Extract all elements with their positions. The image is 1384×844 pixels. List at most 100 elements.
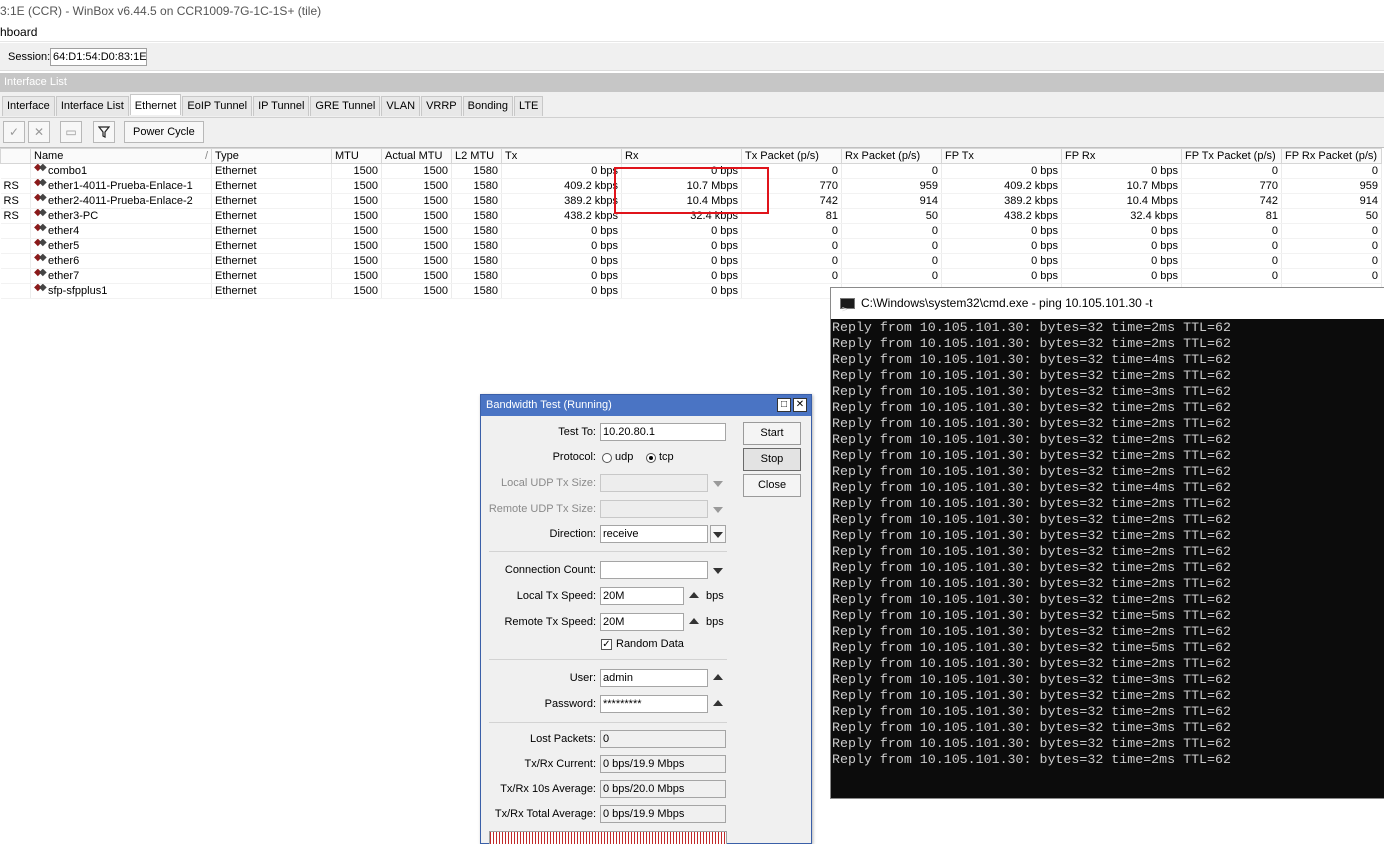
protocol-udp-radio[interactable] bbox=[602, 453, 612, 463]
comment-icon[interactable]: ▭ bbox=[60, 121, 82, 143]
tab-interface-list[interactable]: Interface List bbox=[55, 96, 129, 116]
protocol-tcp-radio[interactable] bbox=[646, 453, 656, 463]
tab-interface[interactable]: Interface bbox=[2, 96, 55, 116]
session-field[interactable]: 64:D1:54:D0:83:1E bbox=[50, 48, 147, 66]
cmd-output[interactable]: Reply from 10.105.101.30: bytes=32 time=… bbox=[832, 320, 1384, 768]
row-fp-tx-pps: 81 bbox=[1181, 208, 1282, 224]
chevron-down-icon[interactable] bbox=[713, 481, 723, 487]
row-fp-tx: 409.2 kbps bbox=[941, 178, 1062, 194]
row-name: ether5 bbox=[30, 238, 212, 254]
x-icon[interactable]: ✕ bbox=[28, 121, 50, 143]
cmd-window: C:\Windows\system32\cmd.exe - ping 10.10… bbox=[830, 287, 1384, 799]
table-row[interactable]: combo1Ethernet1500150015800 bps0 bps000 … bbox=[0, 163, 1382, 179]
remote-udp-tx-size-input[interactable] bbox=[600, 500, 708, 518]
row-actual-mtu: 1500 bbox=[381, 163, 452, 179]
direction-select[interactable]: receive bbox=[600, 525, 708, 543]
col-tx[interactable]: Tx bbox=[501, 148, 622, 164]
cmd-line: Reply from 10.105.101.30: bytes=32 time=… bbox=[832, 512, 1231, 527]
filter-icon[interactable] bbox=[93, 121, 115, 143]
chevron-up-icon[interactable] bbox=[713, 674, 723, 680]
col-name[interactable]: Name / bbox=[30, 148, 212, 164]
row-fp-tx-pps: 0 bbox=[1181, 163, 1282, 179]
remote-tx-speed-unit: bps bbox=[706, 616, 724, 628]
remote-udp-tx-size-label: Remote UDP Tx Size: bbox=[488, 503, 596, 515]
row-rx: 0 bps bbox=[621, 238, 742, 254]
table-row[interactable]: ether7Ethernet1500150015800 bps0 bps000 … bbox=[0, 268, 1382, 284]
protocol-tcp-label: tcp bbox=[659, 451, 674, 463]
chevron-down-icon[interactable] bbox=[713, 568, 723, 574]
bandwidth-test-titlebar[interactable]: Bandwidth Test (Running) □ ✕ bbox=[481, 395, 811, 416]
row-fp-tx: 0 bps bbox=[941, 253, 1062, 269]
tab-ethernet[interactable]: Ethernet bbox=[129, 94, 182, 115]
tab-gre-tunnel[interactable]: GRE Tunnel bbox=[310, 96, 381, 116]
chevron-up-icon[interactable] bbox=[713, 700, 723, 706]
chevron-down-icon[interactable] bbox=[713, 507, 723, 513]
row-fp-tx-pps: 0 bbox=[1181, 238, 1282, 254]
password-input[interactable]: ********* bbox=[600, 695, 708, 713]
row-actual-mtu: 1500 bbox=[381, 238, 452, 254]
user-input[interactable]: admin bbox=[600, 669, 708, 687]
bandwidth-test-body: Test To: 10.20.80.1 Protocol: udp tcp Lo… bbox=[481, 416, 811, 844]
col-tx-packet[interactable]: Tx Packet (p/s) bbox=[741, 148, 842, 164]
random-data-checkbox[interactable]: ✓ bbox=[601, 639, 612, 650]
remote-tx-speed-input[interactable]: 20M bbox=[600, 613, 684, 631]
table-row[interactable]: ether5Ethernet1500150015800 bps0 bps000 … bbox=[0, 238, 1382, 254]
connection-count-input[interactable] bbox=[600, 561, 708, 579]
col-rx-packet[interactable]: Rx Packet (p/s) bbox=[841, 148, 942, 164]
start-button[interactable]: Start bbox=[743, 422, 801, 445]
row-type: Ethernet bbox=[211, 253, 332, 269]
col-rx[interactable]: Rx bbox=[621, 148, 742, 164]
chevron-up-icon[interactable] bbox=[689, 592, 699, 598]
row-fp-tx-pps: 0 bbox=[1181, 253, 1282, 269]
col-actual-mtu[interactable]: Actual MTU bbox=[381, 148, 452, 164]
row-rx-pps: 959 bbox=[841, 178, 942, 194]
lost-packets-label: Lost Packets: bbox=[529, 733, 596, 745]
col-fp-tx-packet[interactable]: FP Tx Packet (p/s) bbox=[1181, 148, 1282, 164]
stop-button[interactable]: Stop bbox=[743, 448, 801, 471]
table-row[interactable]: RSether3-PCEthernet150015001580438.2 kbp… bbox=[0, 208, 1382, 224]
local-tx-speed-input[interactable]: 20M bbox=[600, 587, 684, 605]
row-rx: 10.4 Mbps bbox=[621, 193, 742, 209]
chevron-up-icon[interactable] bbox=[689, 618, 699, 624]
tab-bonding[interactable]: Bonding bbox=[462, 96, 514, 116]
chevron-down-icon bbox=[713, 532, 723, 538]
row-name: combo1 bbox=[30, 163, 212, 179]
local-udp-tx-size-input[interactable] bbox=[600, 474, 708, 492]
row-tx-pps bbox=[741, 283, 842, 299]
test-to-input[interactable]: 10.20.80.1 bbox=[600, 423, 726, 441]
row-fp-tx: 389.2 kbps bbox=[941, 193, 1062, 209]
tab-ip-tunnel[interactable]: IP Tunnel bbox=[253, 96, 310, 116]
tab-vrrp[interactable]: VRRP bbox=[421, 96, 462, 116]
tab-vlan[interactable]: VLAN bbox=[381, 96, 421, 116]
row-flag bbox=[0, 268, 31, 284]
row-fp-rx-pps: 0 bbox=[1281, 268, 1382, 284]
menu-item-dashboard[interactable]: hboard bbox=[0, 25, 37, 39]
row-mtu: 1500 bbox=[331, 253, 382, 269]
table-row[interactable]: RSether2-4011-Prueba-Enlace-2Ethernet150… bbox=[0, 193, 1382, 209]
cmd-titlebar[interactable]: C:\Windows\system32\cmd.exe - ping 10.10… bbox=[831, 288, 1384, 326]
col-fp-rx[interactable]: FP Rx bbox=[1061, 148, 1182, 164]
direction-dropdown-button[interactable] bbox=[710, 525, 726, 543]
protocol-label: Protocol: bbox=[552, 451, 596, 463]
row-actual-mtu: 1500 bbox=[381, 208, 452, 224]
col-flag[interactable] bbox=[0, 148, 31, 164]
col-fp-rx-packet[interactable]: FP Rx Packet (p/s) bbox=[1281, 148, 1382, 164]
interface-name: ether1-4011-Prueba-Enlace-1 bbox=[48, 180, 193, 192]
close-button[interactable]: Close bbox=[743, 474, 801, 497]
tab-lte[interactable]: LTE bbox=[514, 96, 544, 116]
row-fp-rx: 10.7 Mbps bbox=[1061, 178, 1182, 194]
check-icon[interactable]: ✓ bbox=[3, 121, 25, 143]
table-row[interactable]: ether4Ethernet1500150015800 bps0 bps000 … bbox=[0, 223, 1382, 239]
maximize-icon[interactable]: □ bbox=[777, 398, 791, 412]
close-icon[interactable]: ✕ bbox=[793, 398, 807, 412]
table-row[interactable]: ether6Ethernet1500150015800 bps0 bps000 … bbox=[0, 253, 1382, 269]
local-udp-tx-size-label: Local UDP Tx Size: bbox=[501, 477, 596, 489]
col-mtu[interactable]: MTU bbox=[331, 148, 382, 164]
row-name: ether6 bbox=[30, 253, 212, 269]
table-row[interactable]: RSether1-4011-Prueba-Enlace-1Ethernet150… bbox=[0, 178, 1382, 194]
power-cycle-button[interactable]: Power Cycle bbox=[124, 121, 204, 143]
tab-eoip-tunnel[interactable]: EoIP Tunnel bbox=[182, 96, 253, 116]
col-type[interactable]: Type bbox=[211, 148, 332, 164]
col-fp-tx[interactable]: FP Tx bbox=[941, 148, 1062, 164]
col-l2-mtu[interactable]: L2 MTU bbox=[451, 148, 502, 164]
